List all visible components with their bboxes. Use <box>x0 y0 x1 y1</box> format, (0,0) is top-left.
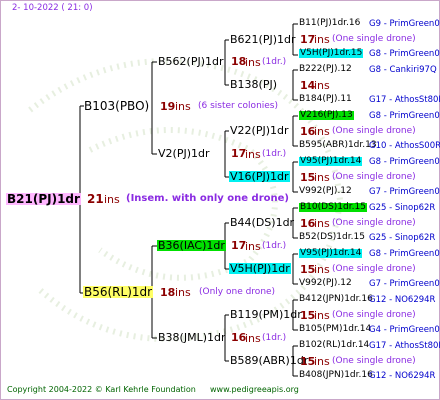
gen5-ins-label: ins <box>314 125 330 138</box>
gen5-ins-label: ins <box>314 217 330 230</box>
gen5-node[interactable]: V5H(PJ)1dr.15 <box>299 49 364 58</box>
gen5-pcode: G7 - PrimGreen00 <box>369 187 440 197</box>
gen2-note: (6 sister colonies) <box>198 101 279 111</box>
gen5-node[interactable]: B184(PJ).11 <box>299 95 352 104</box>
gen3-node[interactable]: V2(PJ)1dr <box>158 148 210 159</box>
gen5-node[interactable]: B222(PJ).12 <box>299 65 352 74</box>
gen4-node[interactable]: B44(DS)1dr <box>230 217 294 228</box>
gen5-node[interactable]: B10(DS)1dr.15 <box>299 203 367 212</box>
gen2-ins-label: ins <box>175 100 191 113</box>
gen5-node[interactable]: B105(PM)1dr.14 <box>299 325 371 334</box>
gen3-node[interactable]: B38(JML)1dr <box>158 332 226 343</box>
gen5-note: (One single drone) <box>332 34 416 44</box>
gen5-node[interactable]: V992(PJ).12 <box>299 187 352 196</box>
gen5-pcode: G8 - PrimGreen00 <box>369 111 440 121</box>
gen5-pcode: G17 - AthosSt80R <box>369 95 440 105</box>
gen5-node[interactable]: B11(PJ)1dr.16 <box>299 19 360 28</box>
gen2-node[interactable]: B56(RL)1dr <box>83 286 154 298</box>
gen5-note: (One single drone) <box>332 264 416 274</box>
gen5-note: (One single drone) <box>332 172 416 182</box>
gen5-pcode: G8 - PrimGreen00 <box>369 249 440 259</box>
gen5-note: (One single drone) <box>332 126 416 136</box>
gen2-ins-count: 19 <box>160 100 176 113</box>
gen5-pcode: G17 - AthosSt80R <box>369 341 440 351</box>
gen4-ins-label: ins <box>314 79 330 92</box>
gen5-node[interactable]: B412(JPN)1dr.16 <box>299 295 373 304</box>
gen5-pcode: G4 - PrimGreen00 <box>369 325 440 335</box>
gen5-pcode: G10 - AthosS00R <box>369 141 440 151</box>
gen5-pcode: G8 - Cankiri97Q <box>369 65 437 75</box>
gen2-ins-label: ins <box>175 286 191 299</box>
gen5-ins-label: ins <box>314 309 330 322</box>
gen5-pcode: G9 - PrimGreen00 <box>369 19 440 29</box>
pedigree-chart: 2- 10-2022 ( 21: 0) B21(PJ)1dr 21 ins (I… <box>0 0 440 400</box>
gen3-note: (1dr.) <box>262 333 287 343</box>
gen3-note: (1dr.) <box>262 149 287 159</box>
root-ins-count: 21 <box>87 192 104 206</box>
gen3-node[interactable]: B36(IAC)1dr <box>157 240 226 251</box>
gen5-node[interactable]: V216(PJ).13 <box>299 111 354 120</box>
gen4-node[interactable]: B621(PJ)1dr <box>230 34 296 45</box>
gen5-pcode: G12 - NO6294R <box>369 371 436 381</box>
gen2-ins-count: 18 <box>160 286 176 299</box>
gen5-ins-label: ins <box>314 263 330 276</box>
gen4-node[interactable]: B119(PM)1dr <box>230 309 302 320</box>
gen3-node[interactable]: B562(PJ)1dr <box>158 56 224 67</box>
gen2-node[interactable]: B103(PBO) <box>84 100 149 112</box>
gen5-note: (One single drone) <box>332 218 416 228</box>
gen4-node[interactable]: B589(ABR)1dr <box>230 355 308 366</box>
gen5-ins-label: ins <box>314 171 330 184</box>
gen4-node[interactable]: V5H(PJ)1dr <box>229 263 291 274</box>
gen5-note: (One single drone) <box>332 356 416 366</box>
gen3-ins-label: ins <box>245 240 261 253</box>
root-ins-label: ins <box>104 193 120 206</box>
gen2-note: (Only one drone) <box>199 287 276 297</box>
gen5-node[interactable]: B52(DS)1dr.15 <box>299 233 365 242</box>
gen5-node[interactable]: V95(PJ)1dr.14 <box>299 249 363 258</box>
gen5-ins-label: ins <box>314 33 330 46</box>
gen5-ins-label: ins <box>314 355 330 368</box>
gen5-pcode: G25 - Sinop62R <box>369 203 436 213</box>
gen3-ins-label: ins <box>245 148 261 161</box>
root-node[interactable]: B21(PJ)1dr <box>6 193 81 205</box>
gen5-node[interactable]: V992(PJ).12 <box>299 279 352 288</box>
gen5-node[interactable]: V95(PJ)1dr.14 <box>299 157 363 166</box>
gen5-node[interactable]: B102(RL)1dr.14 <box>299 341 369 350</box>
gen5-node[interactable]: B595(ABR)1dr.13 <box>299 141 377 150</box>
gen5-pcode: G12 - NO6294R <box>369 295 436 305</box>
gen4-node[interactable]: V16(PJ)1dr <box>229 171 290 182</box>
gen3-note: (1dr.) <box>262 57 287 67</box>
footer-website[interactable]: www.pedigreeapis.org <box>210 386 299 394</box>
gen3-ins-label: ins <box>245 56 261 69</box>
gen5-note: (One single drone) <box>332 310 416 320</box>
gen4-node[interactable]: V22(PJ)1dr <box>230 125 289 136</box>
gen5-pcode: G7 - PrimGreen00 <box>369 279 440 289</box>
root-note: (Insem. with only one drone) <box>126 193 289 204</box>
footer-copyright: Copyright 2004-2022 © Karl Kehrle Founda… <box>7 385 196 394</box>
gen5-pcode: G8 - PrimGreen00 <box>369 49 440 59</box>
gen5-pcode: G8 - PrimGreen00 <box>369 157 440 167</box>
header-date: 2- 10-2022 ( 21: 0) <box>12 3 93 13</box>
gen5-pcode: G25 - Sinop62R <box>369 233 436 243</box>
gen4-node[interactable]: B138(PJ) <box>230 79 277 90</box>
gen3-note: (1dr.) <box>262 241 287 251</box>
gen5-node[interactable]: B408(JPN)1dr.16 <box>299 371 373 380</box>
gen3-ins-label: ins <box>245 332 261 345</box>
